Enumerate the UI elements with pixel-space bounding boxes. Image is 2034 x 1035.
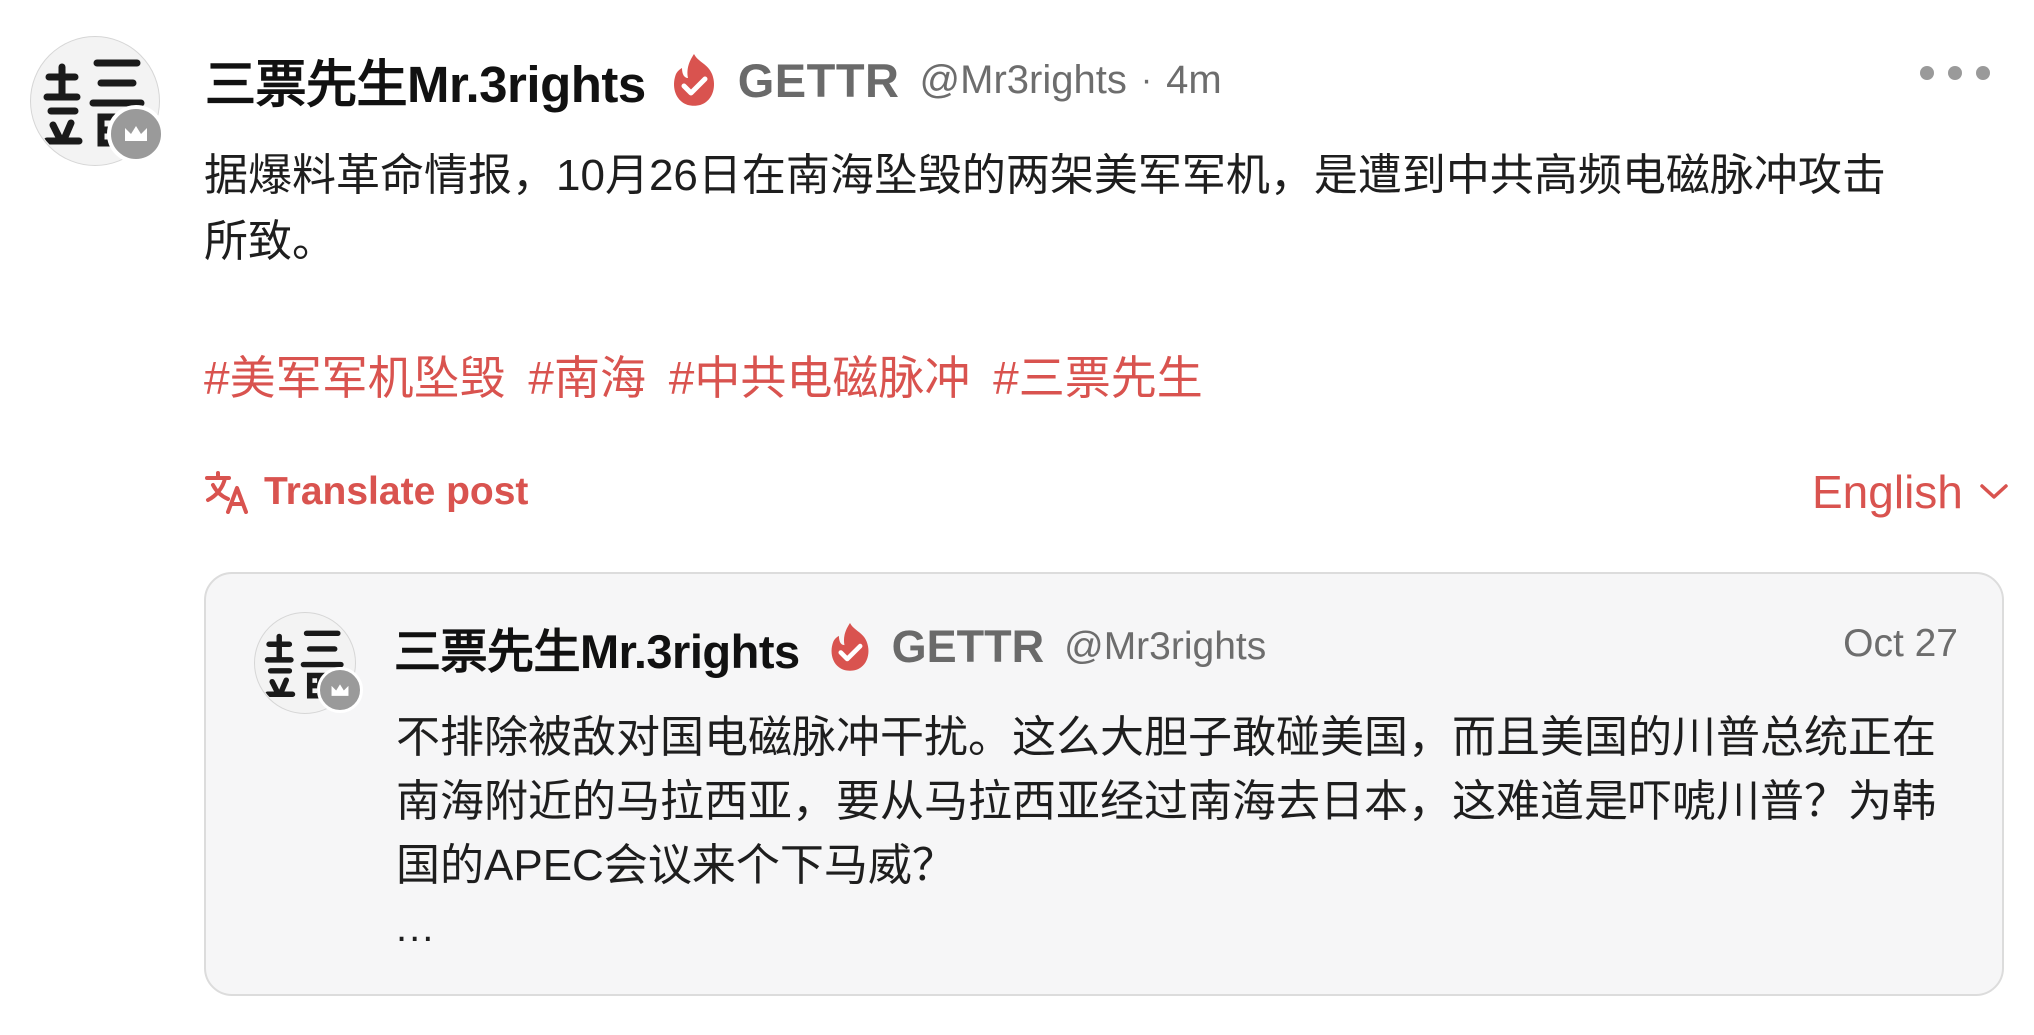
quoted-post-text: 不排除被敌对国电磁脉冲干扰。这么大胆子敢碰美国，而且美国的川普总统正在南海附近的…	[396, 713, 1936, 890]
author-avatar[interactable]	[30, 36, 165, 166]
post-text: 据爆料革命情报，10月26日在南海坠毁的两架美军军机，是遭到中共高频电磁脉冲攻击…	[204, 151, 1886, 266]
verified-flame-check-icon	[673, 54, 714, 106]
translate-post-button[interactable]: Translate post	[204, 462, 528, 522]
hashtag-list: #美军军机坠毁 #南海 #中共电磁脉冲 #三票先生	[204, 345, 1213, 411]
more-dot	[1948, 66, 1962, 80]
crown-badge	[107, 105, 165, 163]
quoted-post-header: 三票先生Mr.3rights GETTR @Mr3rights	[394, 610, 1266, 684]
author-name[interactable]: 三票先生Mr.3rights	[205, 43, 646, 117]
translate-icon	[205, 471, 248, 514]
hashtag-link[interactable]: #美军军机坠毁	[204, 352, 506, 404]
more-options-button[interactable]	[1920, 55, 1990, 91]
language-select[interactable]: English	[1812, 462, 2009, 522]
platform-label: GETTR	[737, 53, 900, 107]
hashtag-link[interactable]: #三票先生	[993, 352, 1203, 404]
hashtag-link[interactable]: #中共电磁脉冲	[669, 352, 971, 404]
hashtag-link[interactable]: #南海	[528, 352, 646, 404]
post-header: 三票先生Mr.3rights GETTR @Mr3rights · 4m	[205, 40, 1222, 120]
gettr-post: 三票先生Mr.3rights GETTR @Mr3rights · 4m 据爆料…	[0, 0, 2034, 1035]
crown-icon	[331, 683, 349, 696]
language-label: English	[1812, 466, 1963, 518]
quoted-author-handle[interactable]: @Mr3rights	[1064, 625, 1266, 669]
quoted-post-card[interactable]: 三票先生Mr.3rights GETTR @Mr3rights Oct 27 不…	[204, 572, 2004, 996]
more-dot	[1920, 66, 1934, 80]
quoted-author-name[interactable]: 三票先生Mr.3rights	[394, 613, 800, 682]
post-time[interactable]: 4m	[1166, 58, 1222, 103]
quoted-author-avatar[interactable]	[254, 612, 363, 714]
crown-badge	[317, 667, 363, 713]
separator-dot: ·	[1140, 60, 1153, 99]
chevron-down-icon	[1980, 484, 2008, 499]
verified-flame-check-icon	[831, 623, 869, 671]
quoted-post-ellipsis: ...	[396, 906, 436, 950]
more-dot	[1976, 66, 1990, 80]
quoted-post-date: Oct 27	[1843, 622, 1958, 665]
quoted-platform-label: GETTR	[891, 621, 1045, 672]
crown-icon	[125, 126, 147, 141]
author-handle[interactable]: @Mr3rights	[920, 58, 1127, 103]
translate-post-label: Translate post	[264, 470, 529, 513]
